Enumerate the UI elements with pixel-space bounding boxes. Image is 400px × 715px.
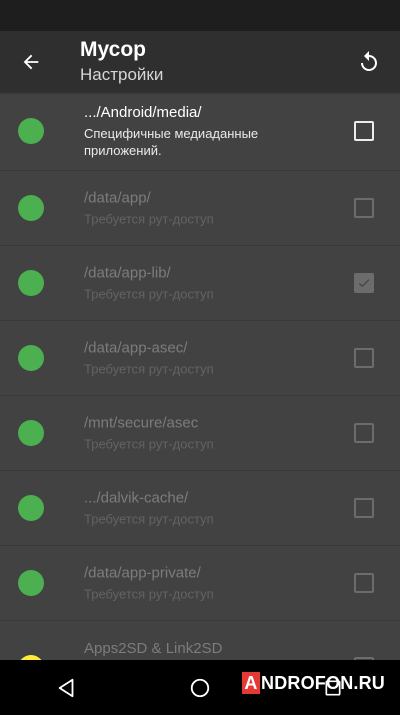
- watermark-logo: A NDROFON.RU: [242, 672, 385, 694]
- circle-home-icon: [190, 678, 210, 697]
- item-checkbox[interactable]: [354, 348, 374, 368]
- arrow-left-icon: [23, 54, 39, 70]
- checkmark-icon: [358, 279, 370, 288]
- item-description: Требуется рут-доступ: [84, 436, 214, 452]
- status-dot: [18, 270, 44, 296]
- page-subtitle: Настройки: [80, 65, 164, 84]
- item-checkbox[interactable]: [354, 423, 374, 443]
- status-dot: [18, 118, 44, 144]
- app-bar-titles: Мусор Настройки: [80, 37, 163, 86]
- item-checkbox[interactable]: [354, 498, 374, 518]
- item-description: Требуется рут-доступ: [84, 586, 214, 602]
- item-description: Требуется рут-доступ: [84, 511, 214, 527]
- item-description: Специфичные медиаданные приложений.: [84, 126, 259, 158]
- watermark-letter: A: [242, 672, 260, 694]
- nav-home-button[interactable]: [170, 660, 230, 715]
- list-item-apps2sd[interactable]: Apps2SD & Link2SD: [0, 621, 400, 660]
- nav-back-button[interactable]: [37, 660, 97, 715]
- item-checkbox[interactable]: [354, 273, 374, 293]
- refresh-button[interactable]: [350, 43, 388, 81]
- item-path: .../Android/media/: [84, 104, 202, 121]
- item-checkbox[interactable]: [354, 573, 374, 593]
- list-item-dalvik-cache[interactable]: .../dalvik-cache/ Требуется рут-доступ: [0, 471, 400, 546]
- item-path: /data/app-private/: [84, 564, 201, 582]
- list-item-data-app-asec[interactable]: /data/app-asec/ Требуется рут-доступ: [0, 321, 400, 396]
- item-path: /data/app-asec/: [84, 339, 188, 357]
- status-dot: [18, 195, 44, 221]
- page-title: Мусор: [80, 38, 146, 61]
- item-path: /mnt/secure/asec: [84, 414, 199, 432]
- item-path: /data/app-lib/: [84, 264, 171, 282]
- status-dot: [18, 495, 44, 521]
- app-bar: Мусор Настройки: [0, 31, 400, 92]
- list-item-data-app-lib[interactable]: /data/app-lib/ Требуется рут-доступ: [0, 246, 400, 321]
- item-checkbox[interactable]: [354, 121, 374, 141]
- item-description: Требуется рут-доступ: [84, 286, 214, 302]
- item-checkbox[interactable]: [354, 198, 374, 218]
- watermark-text: NDROFON.RU: [261, 672, 385, 693]
- list-item-mnt-secure-asec[interactable]: /mnt/secure/asec Требуется рут-доступ: [0, 396, 400, 471]
- status-dot: [18, 345, 44, 371]
- list-item-android-media[interactable]: .../Android/media/ Специфичные медиаданн…: [0, 92, 400, 171]
- back-button[interactable]: [12, 43, 50, 81]
- item-description: Требуется рут-доступ: [84, 361, 214, 377]
- status-bar: [0, 0, 400, 31]
- refresh-icon: [361, 51, 377, 71]
- list-item-data-app-private[interactable]: /data/app-private/ Требуется рут-доступ: [0, 546, 400, 621]
- location-list: .../Android/media/ Специфичные медиаданн…: [0, 92, 400, 660]
- item-path: /data/app/: [84, 189, 151, 207]
- triangle-back-icon: [58, 678, 74, 697]
- item-path: .../dalvik-cache/: [84, 489, 189, 507]
- item-path: Apps2SD & Link2SD: [84, 640, 223, 657]
- item-description: Требуется рут-доступ: [84, 211, 214, 227]
- status-dot: [18, 570, 44, 596]
- status-dot: [18, 420, 44, 446]
- list-item-data-app[interactable]: /data/app/ Требуется рут-доступ: [0, 171, 400, 246]
